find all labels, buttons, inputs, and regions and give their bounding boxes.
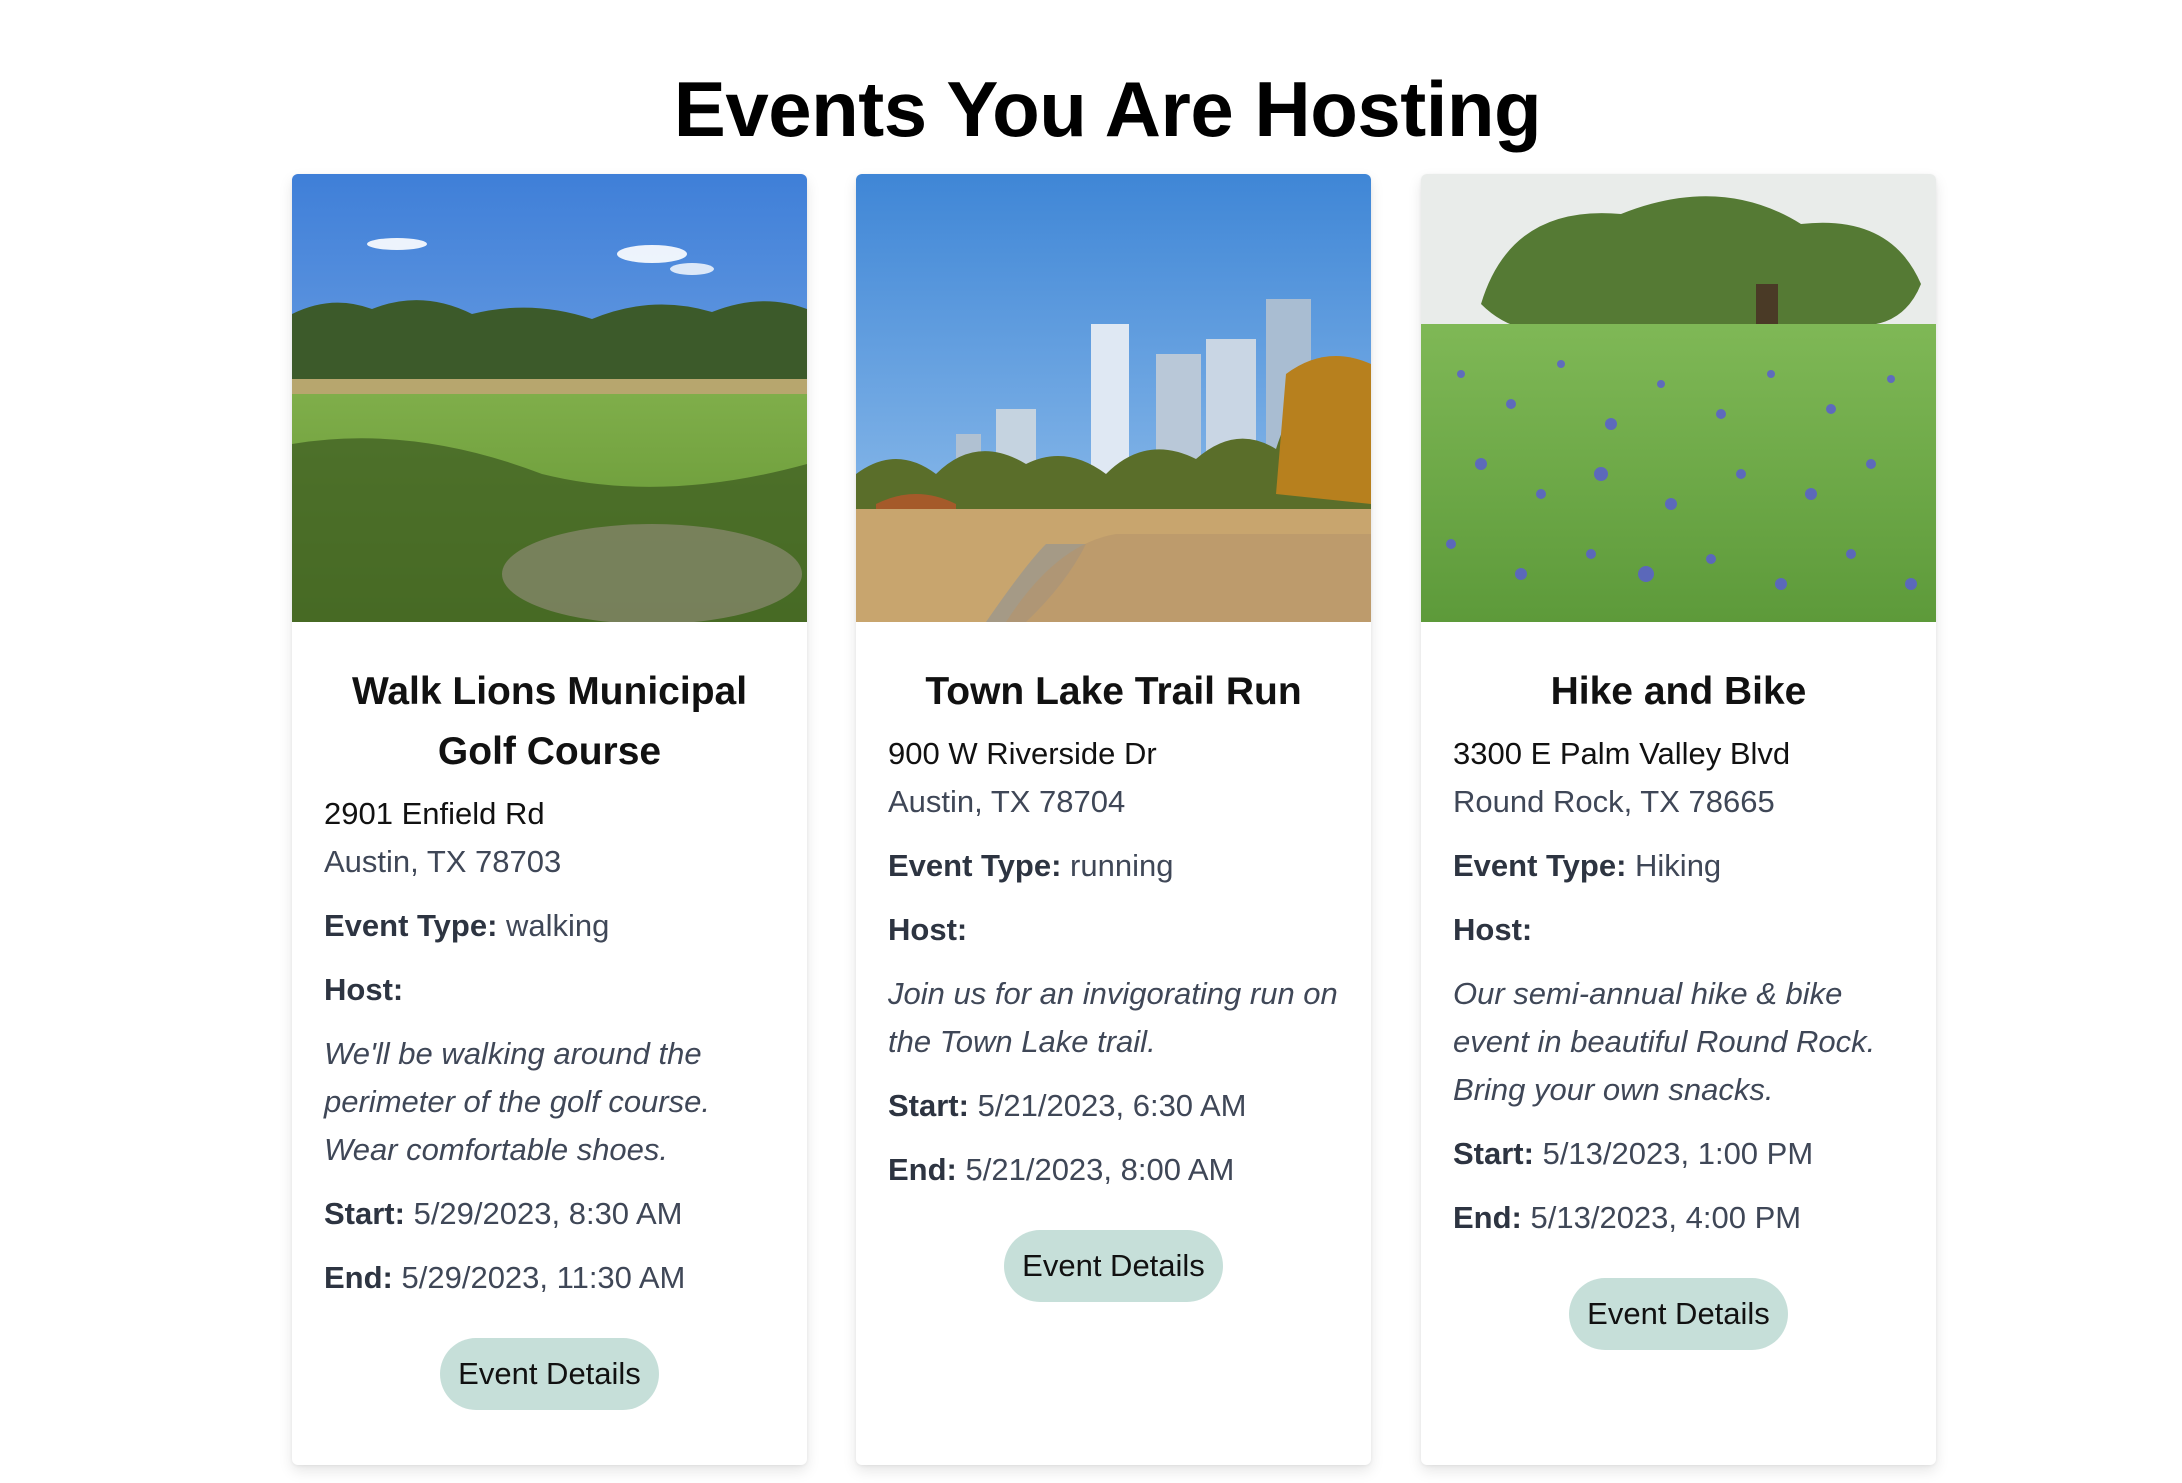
event-type-value: running: [1070, 848, 1174, 883]
event-type-row: Event Type: walking: [324, 902, 775, 950]
event-title: Hike and Bike: [1550, 670, 1807, 713]
end-value: 5/21/2023, 8:00 AM: [965, 1152, 1235, 1187]
host-row: Host:: [324, 966, 775, 1014]
address-line2: Round Rock, TX 78665: [1453, 784, 1775, 819]
start-row: Start: 5/13/2023, 1:00 PM: [1453, 1130, 1904, 1178]
event-type-label: Event Type:: [888, 848, 1062, 883]
event-description: We'll be walking around the perimeter of…: [324, 1036, 710, 1167]
button-wrap: Event Details: [1453, 1278, 1904, 1350]
event-card: Walk Lions Municipal Golf Course 2901 En…: [292, 174, 807, 1465]
event-type-value: Hiking: [1635, 848, 1722, 883]
end-label: End:: [324, 1260, 393, 1295]
end-value: 5/29/2023, 11:30 AM: [401, 1260, 686, 1295]
start-label: Start:: [1453, 1136, 1534, 1171]
start-label: Start:: [888, 1088, 969, 1123]
card-body: Walk Lions Municipal Golf Course 2901 En…: [292, 622, 807, 1410]
event-card: Hike and Bike 3300 E Palm Valley Blvd Ro…: [1421, 174, 1936, 1465]
address-line1: 900 W Riverside Dr: [888, 736, 1157, 771]
end-row: End: 5/29/2023, 11:30 AM: [324, 1254, 775, 1302]
event-type-value: walking: [506, 908, 610, 943]
event-title: Walk Lions Municipal Golf Course: [351, 670, 748, 773]
event-description: Our semi-annual hike & bike event in bea…: [1453, 976, 1876, 1107]
event-description: Join us for an invigorating run on the T…: [888, 976, 1338, 1059]
page: Events You Are Hosting Walk Lions Munici…: [0, 0, 2182, 1483]
event-image-golf-course: [292, 174, 807, 622]
address-line2: Austin, TX 78703: [324, 844, 562, 879]
event-card: Town Lake Trail Run 900 W Riverside Dr A…: [856, 174, 1371, 1465]
end-row: End: 5/13/2023, 4:00 PM: [1453, 1194, 1904, 1242]
start-label: Start:: [324, 1196, 405, 1231]
end-label: End:: [888, 1152, 957, 1187]
event-title: Town Lake Trail Run: [925, 670, 1302, 713]
end-value: 5/13/2023, 4:00 PM: [1530, 1200, 1802, 1235]
card-body: Hike and Bike 3300 E Palm Valley Blvd Ro…: [1421, 622, 1936, 1350]
address-line1: 2901 Enfield Rd: [324, 796, 545, 831]
start-row: Start: 5/21/2023, 6:30 AM: [888, 1082, 1339, 1130]
event-details-button[interactable]: Event Details: [1569, 1278, 1788, 1350]
button-wrap: Event Details: [888, 1230, 1339, 1302]
start-row: Start: 5/29/2023, 8:30 AM: [324, 1190, 775, 1238]
start-value: 5/29/2023, 8:30 AM: [413, 1196, 683, 1231]
page-title: Events You Are Hosting: [673, 65, 1542, 153]
end-row: End: 5/21/2023, 8:00 AM: [888, 1146, 1339, 1194]
event-type-row: Event Type: Hiking: [1453, 842, 1904, 890]
start-value: 5/21/2023, 6:30 AM: [977, 1088, 1247, 1123]
host-label: Host:: [888, 912, 968, 947]
button-wrap: Event Details: [324, 1338, 775, 1410]
event-details-button[interactable]: Event Details: [1004, 1230, 1223, 1302]
host-label: Host:: [324, 972, 404, 1007]
event-image-city-trail: [856, 174, 1371, 622]
start-value: 5/13/2023, 1:00 PM: [1542, 1136, 1814, 1171]
address-line1: 3300 E Palm Valley Blvd: [1453, 736, 1791, 771]
end-label: End:: [1453, 1200, 1522, 1235]
host-row: Host:: [1453, 906, 1904, 954]
event-image-bluebonnet-field: [1421, 174, 1936, 622]
host-label: Host:: [1453, 912, 1533, 947]
event-details-button[interactable]: Event Details: [440, 1338, 659, 1410]
card-body: Town Lake Trail Run 900 W Riverside Dr A…: [856, 622, 1371, 1302]
event-type-row: Event Type: running: [888, 842, 1339, 890]
address-line2: Austin, TX 78704: [888, 784, 1126, 819]
host-row: Host:: [888, 906, 1339, 954]
event-type-label: Event Type:: [1453, 848, 1627, 883]
event-type-label: Event Type:: [324, 908, 498, 943]
